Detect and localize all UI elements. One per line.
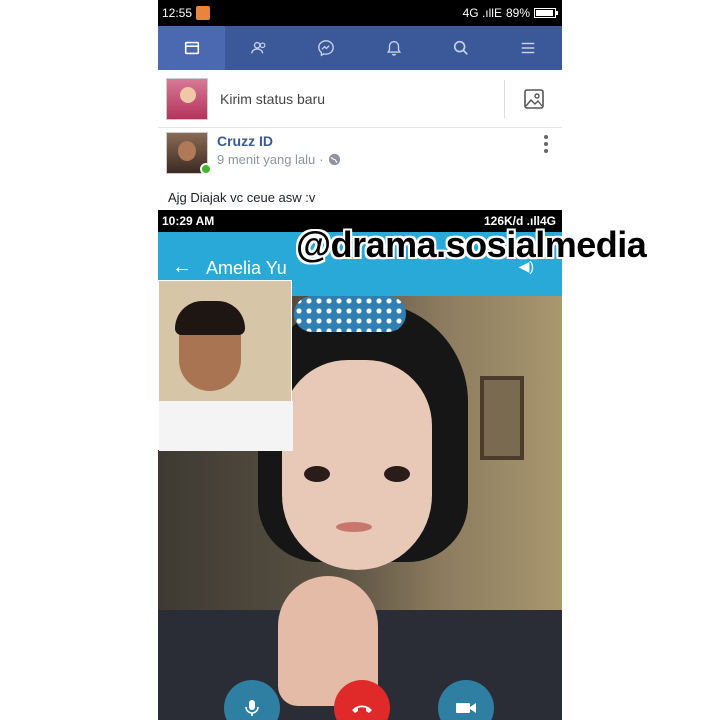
status-composer: Kirim status baru: [158, 70, 562, 128]
hamburger-menu-icon: [521, 42, 535, 54]
tab-notifications[interactable]: [360, 26, 427, 70]
bell-icon: [386, 41, 401, 56]
online-indicator: [200, 163, 212, 175]
meta-separator: ·: [319, 152, 324, 167]
messenger-icon: [318, 40, 335, 57]
caller-mouth: [336, 522, 372, 532]
status-right: 4G .ıllE 89%: [462, 6, 558, 20]
caller-face: [282, 360, 432, 570]
post-time[interactable]: 9 menit yang lalu: [217, 152, 315, 167]
status-time: 12:55: [162, 6, 193, 20]
top-navbar: [158, 26, 562, 70]
friends-icon: [251, 41, 266, 54]
post-text: Ajg Diajak vc ceue asw :v: [168, 190, 316, 205]
post-author[interactable]: Cruzz ID: [217, 133, 273, 149]
caller-right-eye: [384, 466, 410, 482]
search-icon: [453, 40, 468, 55]
post-image[interactable]: 10:29 AM 126K/d .ıll4G ← Amelia Yu ◀): [158, 210, 562, 720]
tab-news-feed[interactable]: [158, 26, 226, 70]
battery-icon: [534, 8, 558, 18]
tab-messenger[interactable]: [293, 26, 360, 70]
post-meta: 9 menit yang lalu ·: [217, 152, 341, 167]
user-avatar[interactable]: [166, 78, 208, 120]
self-shirt: [159, 401, 293, 451]
caller-name: Amelia Yu: [206, 258, 287, 278]
back-arrow-icon: ←: [172, 256, 192, 278]
watermark: @drama.sosialmedia: [296, 224, 647, 265]
battery-percent: 89%: [505, 6, 530, 20]
self-hair: [175, 301, 245, 335]
post-header: Cruzz ID 9 menit yang lalu ·: [158, 128, 562, 180]
hair-bow: [294, 296, 406, 332]
embedded-time: 10:29 AM: [162, 214, 215, 228]
wall-picture-frame: [480, 376, 524, 460]
self-view-video: [158, 280, 293, 451]
signal-indicator: 4G .ıllE: [462, 6, 502, 20]
composer-divider: [504, 80, 505, 118]
photo-icon[interactable]: [522, 87, 546, 111]
tab-search[interactable]: [427, 26, 494, 70]
composer-placeholder[interactable]: Kirim status baru: [220, 91, 325, 107]
tab-menu[interactable]: [495, 26, 562, 70]
caller-left-eye: [304, 466, 330, 482]
news-feed-icon: [184, 41, 199, 55]
phone-screen: 12:55 4G .ıllE 89% Kirim status baru Cru…: [158, 0, 562, 720]
globe-icon: [328, 153, 340, 166]
status-bar: 12:55 4G .ıllE 89%: [158, 0, 562, 26]
notification-icon: [196, 6, 210, 20]
tab-friends[interactable]: [225, 26, 292, 70]
post-options-icon[interactable]: [544, 135, 550, 156]
